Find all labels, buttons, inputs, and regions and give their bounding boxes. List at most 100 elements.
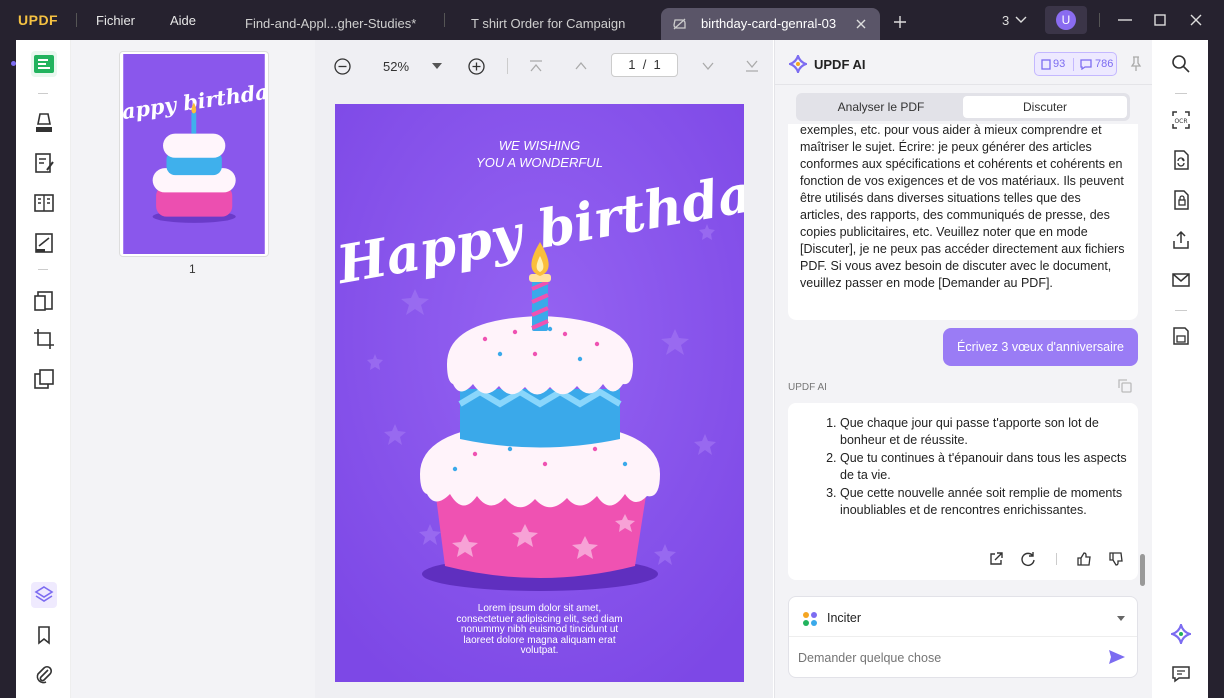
ai-mode-tabs: Analyser le PDF Discuter: [796, 93, 1130, 121]
pdf-page: WE WISHING YOU A WONDERFUL Happy birthda…: [335, 104, 744, 682]
copy-icon[interactable]: [1117, 378, 1133, 394]
responder-label: UPDF AI: [788, 382, 827, 393]
page-organize-icon[interactable]: [31, 190, 57, 216]
bookmark-icon[interactable]: [31, 622, 57, 648]
maximize-icon[interactable]: [1154, 14, 1166, 26]
page-thumbnail[interactable]: Happy birthday: [119, 51, 269, 257]
card-greeting: WE WISHING YOU A WONDERFUL: [335, 137, 744, 171]
ai-response-wishes: Que chaque jour qui passe t'apporte son …: [788, 403, 1138, 580]
chat-credit-icon: [1080, 59, 1092, 70]
zoom-dropdown-icon[interactable]: [432, 63, 442, 69]
previous-page-icon[interactable]: [574, 59, 588, 73]
next-page-icon[interactable]: [701, 59, 715, 73]
card-line-2: YOU A WONDERFUL: [476, 155, 603, 170]
email-icon[interactable]: [1171, 270, 1191, 290]
card-body-text: Lorem ipsum dolor sit amet, consectetuer…: [456, 603, 623, 657]
updf-ai-logo-icon: [789, 55, 807, 73]
avatar: U: [1056, 10, 1076, 30]
page-number-input[interactable]: 1 / 1: [611, 53, 678, 77]
new-tab-icon[interactable]: [893, 15, 907, 29]
tab-document-2[interactable]: T shirt Order for Campaign: [458, 8, 648, 40]
divider: [444, 13, 445, 27]
wishes-list: Que chaque jour qui passe t'apporte son …: [840, 415, 1130, 519]
reader-tool-button[interactable]: [31, 51, 57, 77]
thumbnail-page-number: 1: [189, 262, 196, 276]
card-line-1: WE WISHING: [498, 138, 581, 153]
list-item: Que tu continues à t'épanouir dans tous …: [840, 450, 1130, 484]
divider: [789, 636, 1137, 637]
attachment-icon[interactable]: [31, 662, 57, 688]
layers-icon[interactable]: [31, 582, 57, 608]
window-count[interactable]: 3: [1002, 13, 1009, 28]
zoom-level[interactable]: 52%: [383, 59, 409, 74]
app-logo: UPDF: [18, 12, 59, 28]
ai-response-previous: exemples, etc. pour vous aider à mieux c…: [788, 124, 1138, 320]
divider: [1073, 58, 1074, 71]
form-tool-icon[interactable]: [31, 230, 57, 256]
page-total: 1: [653, 57, 661, 72]
divider: [1099, 13, 1100, 27]
regenerate-icon[interactable]: [1020, 551, 1036, 567]
tab-chat[interactable]: Discuter: [963, 96, 1127, 118]
credit-count-a: 93: [1053, 58, 1066, 70]
divider: [76, 13, 77, 27]
close-icon[interactable]: [856, 19, 866, 29]
first-page-icon[interactable]: [529, 59, 543, 73]
share-icon[interactable]: [1171, 230, 1191, 250]
dropdown-icon[interactable]: [1117, 616, 1125, 621]
tab-label: T shirt Order for Campaign: [471, 16, 626, 31]
thumbs-down-icon[interactable]: [1108, 551, 1124, 567]
menu-file[interactable]: Fichier: [96, 13, 135, 28]
zoom-out-icon[interactable]: [334, 58, 351, 75]
ask-input[interactable]: [798, 645, 1098, 671]
convert-pdf-icon[interactable]: [1171, 150, 1191, 170]
edit-pdf-icon[interactable]: [31, 150, 57, 176]
credits-badge[interactable]: 93 786: [1034, 52, 1117, 76]
divider: [38, 269, 48, 270]
pdf-edit-icon: [673, 18, 686, 30]
search-icon[interactable]: [1171, 54, 1191, 74]
send-icon[interactable]: [1108, 649, 1126, 665]
right-toolbar: [1153, 40, 1208, 698]
comments-icon[interactable]: [1171, 664, 1191, 684]
chevron-down-icon[interactable]: [1015, 16, 1027, 24]
crop-icon[interactable]: [31, 326, 57, 352]
divider: [1175, 93, 1187, 94]
chat-scrollbar[interactable]: [1140, 554, 1145, 586]
thumbs-up-icon[interactable]: [1076, 551, 1092, 567]
divider: [1056, 553, 1057, 565]
credit-count-b: 786: [1095, 58, 1114, 70]
extract-pages-icon[interactable]: [31, 288, 57, 314]
menu-help[interactable]: Aide: [170, 13, 196, 28]
list-item: Que cette nouvelle année soit remplie de…: [840, 485, 1130, 519]
ai-panel-title: UPDF AI: [814, 57, 866, 72]
chat-scroll-region[interactable]: exemples, etc. pour vous aider à mieux c…: [788, 124, 1138, 320]
export-icon[interactable]: [988, 551, 1004, 567]
divider: [38, 93, 48, 94]
window-close-icon[interactable]: [1190, 14, 1202, 26]
comment-highlighter-icon[interactable]: [31, 110, 57, 136]
minimize-icon[interactable]: [1118, 19, 1132, 21]
tab-document-3[interactable]: birthday-card-genral-03: [661, 8, 880, 40]
tab-analyze-pdf[interactable]: Analyser le PDF: [799, 96, 963, 118]
ocr-icon[interactable]: OCR: [1171, 110, 1191, 130]
account-button[interactable]: U: [1045, 6, 1087, 34]
divider: [774, 84, 1152, 85]
document-credit-icon: [1041, 59, 1051, 70]
thumbnail-image: Happy birthday: [122, 54, 266, 254]
divider: [507, 58, 508, 74]
protect-pdf-icon[interactable]: [1171, 190, 1191, 210]
last-page-icon[interactable]: [745, 59, 759, 73]
prompt-template-icon: [803, 612, 817, 626]
prompt-select[interactable]: Inciter: [827, 611, 861, 625]
zoom-in-icon[interactable]: [468, 58, 485, 75]
reader-icon: [34, 55, 54, 73]
prompt-composer: Inciter: [788, 596, 1138, 678]
active-indicator: [11, 61, 16, 66]
save-icon[interactable]: [1171, 326, 1191, 346]
list-item: Que chaque jour qui passe t'apporte son …: [840, 415, 1130, 449]
batch-pages-icon[interactable]: [31, 366, 57, 392]
pin-icon[interactable]: [1130, 56, 1142, 72]
tab-document-1[interactable]: Find-and-Appl...gher-Studies*: [232, 8, 432, 40]
updf-ai-icon[interactable]: [1171, 624, 1191, 644]
